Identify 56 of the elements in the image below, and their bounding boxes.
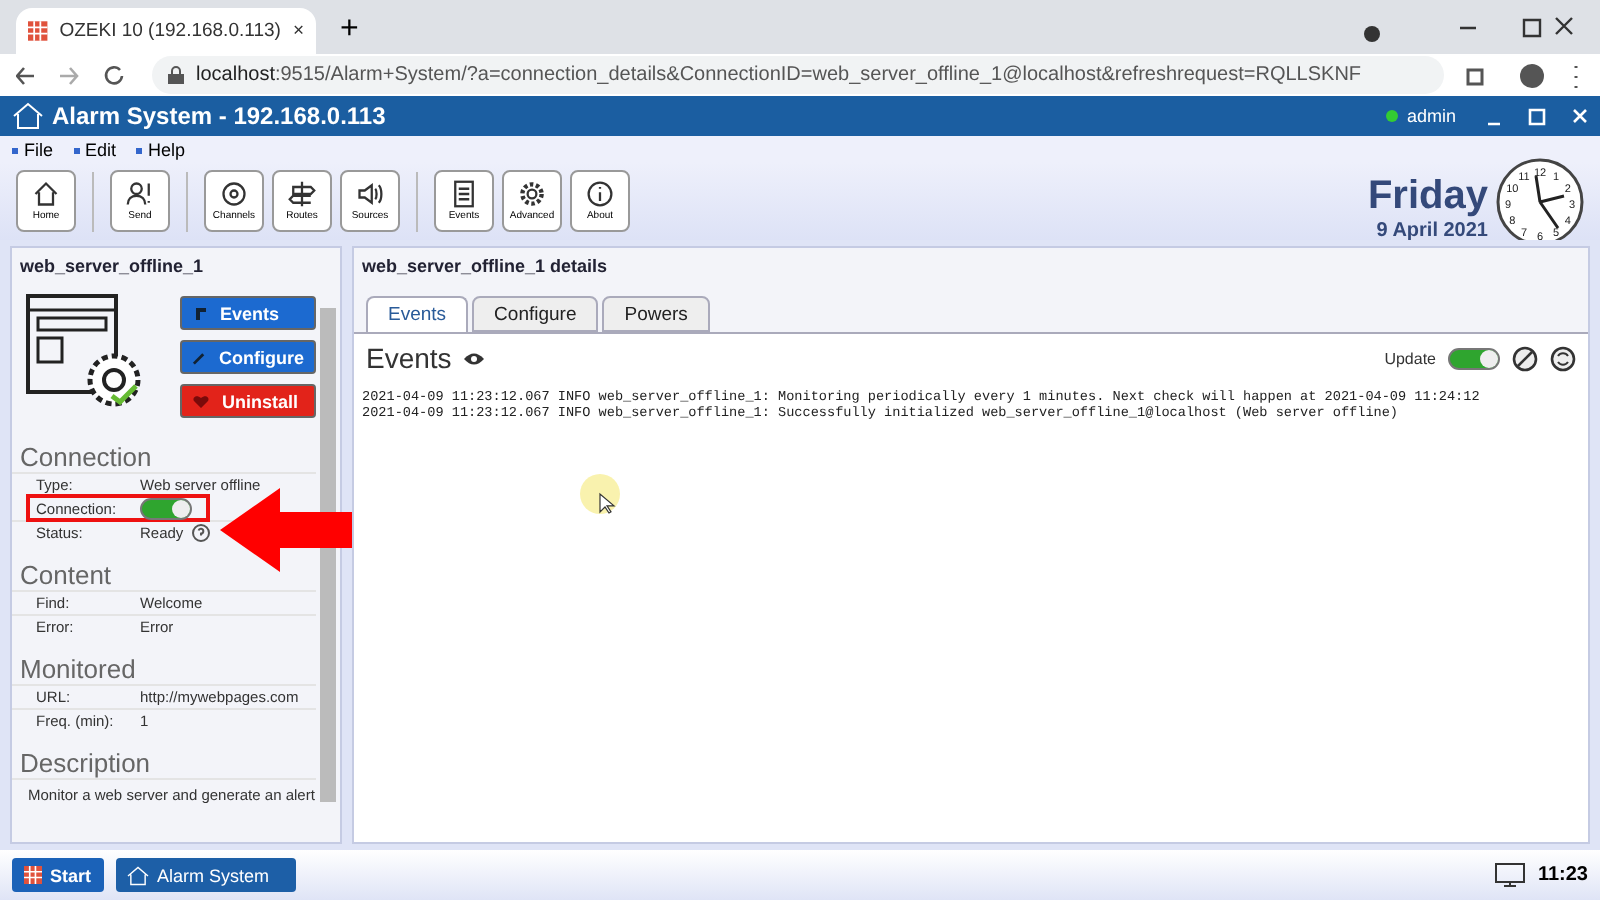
section-title: Content <box>18 558 114 590</box>
section-title: Description <box>18 746 153 778</box>
gear-icon <box>518 180 546 208</box>
day-label: Friday <box>1367 173 1488 219</box>
eye-icon[interactable] <box>463 351 484 365</box>
menu-item[interactable]: Help <box>136 139 186 159</box>
home-icon <box>32 180 60 208</box>
stop-icon[interactable] <box>1512 345 1538 371</box>
events-heading: Events <box>366 342 452 374</box>
action-button[interactable]: Configure <box>180 340 316 374</box>
menu-item[interactable]: Edit <box>73 139 117 159</box>
window-controls-icon[interactable] <box>1488 106 1588 126</box>
tab[interactable]: Configure <box>472 296 599 332</box>
monitor-icon[interactable] <box>1493 862 1526 888</box>
close-tab-button[interactable]: × <box>292 20 304 42</box>
app-title: Alarm System - 192.168.0.113 <box>52 102 386 130</box>
tab[interactable]: Events <box>366 296 469 332</box>
house-icon <box>12 102 44 130</box>
menu-item[interactable]: File <box>12 139 54 159</box>
channels-icon <box>220 180 248 208</box>
start-button[interactable]: Start <box>12 858 104 892</box>
house-icon <box>125 865 150 885</box>
clock-time: 11:23 <box>1537 864 1588 886</box>
new-tab-button[interactable]: + <box>340 12 359 48</box>
date-label: 9 April 2021 <box>1376 219 1488 241</box>
user-name: admin <box>1406 106 1456 126</box>
refresh-icon[interactable] <box>1550 345 1576 371</box>
browser-tab[interactable]: OZEKI 10 (192.168.0.113) × <box>16 8 316 54</box>
taskbar-app[interactable]: Alarm System <box>115 858 296 892</box>
action-button[interactable]: Events <box>180 296 316 330</box>
person-icon <box>126 180 154 208</box>
panel-title: web_server_offline_1 details <box>360 254 610 280</box>
address-bar[interactable]: localhost:9515/Alarm+System/?a=connection_details&ConnectionID=web_server_offline_1@localhost&refreshrequest=RQLLSKNF <box>152 56 1444 94</box>
broken-heart-icon <box>192 393 210 409</box>
connection-toggle[interactable] <box>140 498 192 520</box>
section-title: Monitored <box>18 652 138 684</box>
signpost-icon <box>288 180 316 208</box>
update-toggle[interactable] <box>1448 347 1500 369</box>
list-icon <box>450 180 478 208</box>
browser-actions-icon[interactable] <box>1464 61 1584 89</box>
action-button[interactable]: Uninstall <box>180 384 316 418</box>
update-label: Update <box>1384 349 1436 367</box>
tab-title: OZEKI 10 (192.168.0.113) <box>59 20 281 42</box>
section-title: Connection <box>18 440 154 472</box>
info-icon <box>586 180 614 208</box>
panel-title: web_server_offline_1 <box>18 254 206 280</box>
online-dot-icon <box>1386 110 1399 122</box>
scrollbar[interactable] <box>320 308 336 802</box>
web-server-gear-icon <box>24 292 144 412</box>
lock-icon <box>168 66 184 84</box>
wrench-icon <box>192 349 207 365</box>
speaker-icon <box>356 180 384 208</box>
app-logo-icon <box>24 866 42 884</box>
tab[interactable]: Powers <box>602 296 710 332</box>
help-icon[interactable] <box>191 524 210 542</box>
app-logo-icon <box>28 20 48 42</box>
